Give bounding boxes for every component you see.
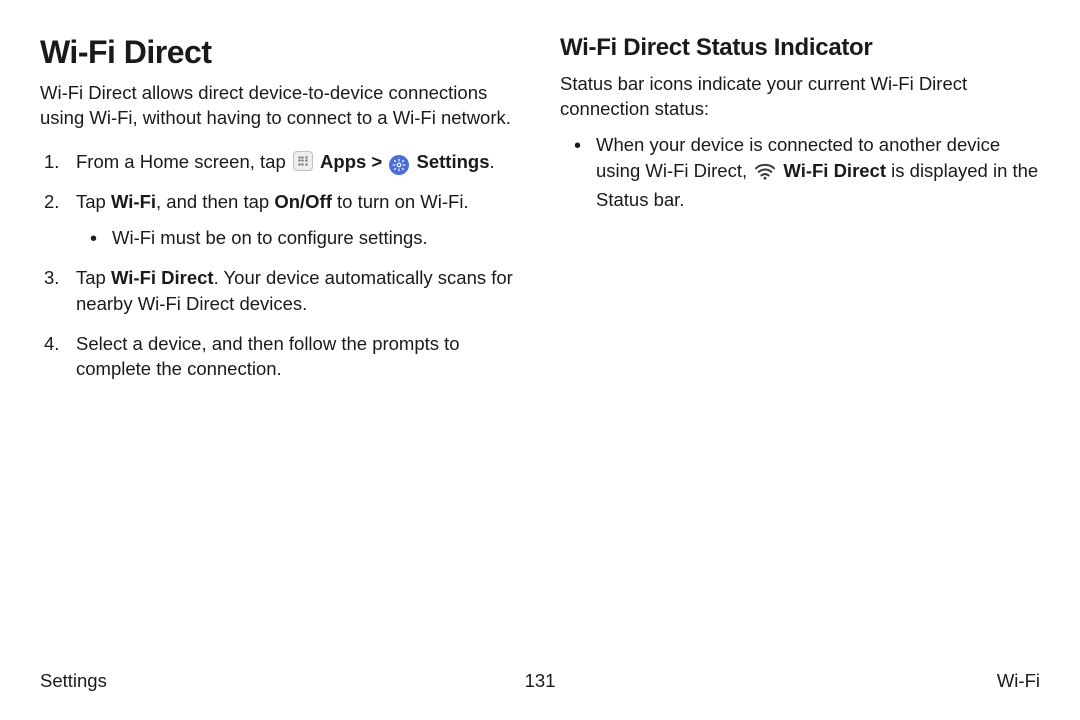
left-column: Wi-Fi Direct Wi-Fi Direct allows direct …	[40, 34, 520, 630]
footer-page-number: 131	[525, 670, 556, 692]
step-2-subitem: Wi-Fi must be on to configure settings.	[76, 225, 520, 251]
steps-list: From a Home screen, tap Apps > Settings.…	[40, 149, 520, 382]
step-1: From a Home screen, tap Apps > Settings.	[40, 149, 520, 175]
settings-icon	[389, 155, 409, 175]
step-1-suffix: .	[490, 151, 495, 172]
page-footer: Settings 131 Wi-Fi	[40, 670, 1040, 692]
apps-label: Apps	[320, 151, 366, 172]
manual-page: Wi-Fi Direct Wi-Fi Direct allows direct …	[0, 0, 1080, 720]
status-bullet: When your device is connected to another…	[560, 132, 1040, 213]
bullet-wifidirect-label: Wi-Fi Direct	[783, 160, 886, 181]
step-2-sublist: Wi-Fi must be on to configure settings.	[76, 225, 520, 251]
status-bullet-list: When your device is connected to another…	[560, 132, 1040, 213]
wifi-direct-icon	[754, 161, 776, 187]
step-1-text: From a Home screen, tap	[76, 151, 291, 172]
step-3-t1: Tap	[76, 267, 111, 288]
section-heading: Wi-Fi Direct	[40, 34, 520, 71]
step-2: Tap Wi-Fi, and then tap On/Off to turn o…	[40, 189, 520, 251]
settings-label: Settings	[417, 151, 490, 172]
step-2-wifi: Wi-Fi	[111, 191, 156, 212]
breadcrumb-chevron: >	[366, 151, 387, 172]
apps-icon	[293, 151, 313, 171]
footer-left: Settings	[40, 670, 107, 692]
step-2-t1: Tap	[76, 191, 111, 212]
two-column-layout: Wi-Fi Direct Wi-Fi Direct allows direct …	[40, 34, 1040, 630]
step-3: Tap Wi-Fi Direct. Your device automatica…	[40, 265, 520, 317]
subsection-heading: Wi-Fi Direct Status Indicator	[560, 34, 1040, 62]
step-2-t2: , and then tap	[156, 191, 274, 212]
right-column: Wi-Fi Direct Status Indicator Status bar…	[560, 34, 1040, 630]
step-2-onoff: On/Off	[274, 191, 332, 212]
intro-paragraph: Wi-Fi Direct allows direct device-to-dev…	[40, 81, 520, 131]
step-2-t3: to turn on Wi-Fi.	[332, 191, 469, 212]
step-3-wifidirect: Wi-Fi Direct	[111, 267, 214, 288]
step-4: Select a device, and then follow the pro…	[40, 331, 520, 383]
status-intro: Status bar icons indicate your current W…	[560, 72, 1040, 122]
footer-right: Wi-Fi	[997, 670, 1040, 692]
